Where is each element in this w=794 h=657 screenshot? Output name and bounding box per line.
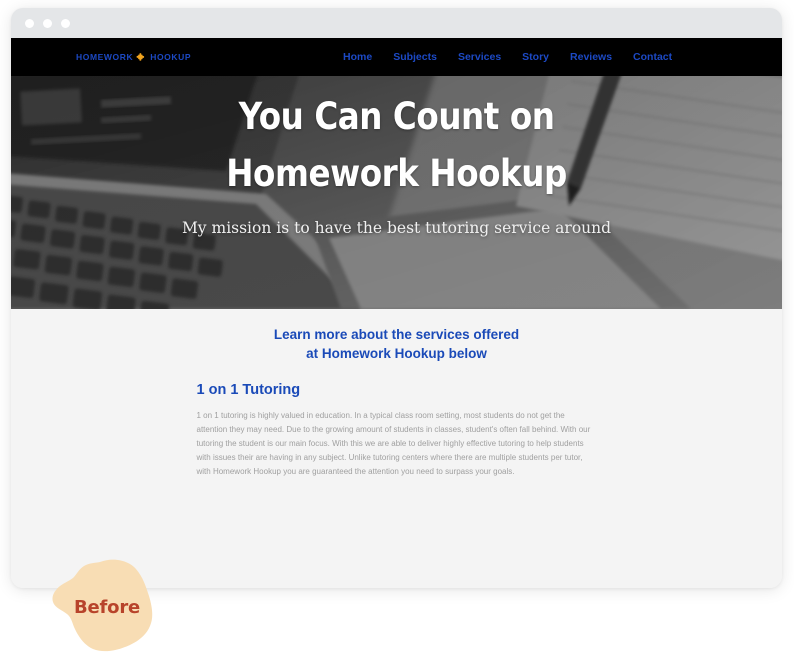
section-heading-line-1: Learn more about the services offered	[273, 327, 520, 342]
site-navbar: HOMEWORK HOOKUP Home Subjects Services S…	[11, 38, 782, 76]
hero-title-line-1: You Can Count on	[238, 95, 555, 138]
section-heading-line-2: at Homework Hookup below	[306, 346, 487, 362]
maximize-dot[interactable]	[61, 18, 70, 28]
close-dot[interactable]	[25, 18, 34, 28]
nav-item-home[interactable]: Home	[343, 51, 372, 63]
hero-title-line-2: Homework Hookup	[226, 152, 567, 196]
logo-text-right: HOOKUP	[150, 52, 192, 62]
nav-item-story[interactable]: Story	[522, 51, 549, 63]
primary-navigation: Home Subjects Services Story Reviews Con…	[343, 51, 672, 63]
article-title: 1 on 1 Tutoring	[196, 382, 301, 399]
nav-item-reviews[interactable]: Reviews	[570, 51, 612, 63]
nav-item-services[interactable]: Services	[458, 51, 501, 63]
hero-subtitle: My mission is to have the best tutoring …	[181, 218, 612, 237]
hero-section: You Can Count on Homework Hookup My miss…	[11, 76, 782, 309]
nav-item-subjects[interactable]: Subjects	[393, 51, 437, 63]
before-label: Before	[74, 597, 141, 618]
before-badge: Before	[46, 558, 186, 656]
content-section: Learn more about the services offered at…	[11, 309, 782, 588]
section-heading: Learn more about the services offered at…	[11, 325, 782, 363]
site-logo[interactable]: HOMEWORK HOOKUP	[76, 52, 191, 63]
puzzle-piece-icon	[136, 52, 147, 63]
minimize-dot[interactable]	[43, 18, 52, 28]
browser-titlebar	[11, 8, 782, 38]
hero-title: You Can Count on Homework Hookup	[226, 88, 567, 203]
browser-window: HOMEWORK HOOKUP Home Subjects Services S…	[11, 8, 782, 588]
nav-item-contact[interactable]: Contact	[633, 51, 672, 63]
logo-text-left: HOMEWORK	[76, 52, 134, 62]
screenshot-canvas: HOMEWORK HOOKUP Home Subjects Services S…	[0, 0, 794, 657]
article-body: 1 on 1 tutoring is highly valued in educ…	[196, 411, 591, 477]
service-article: 1 on 1 Tutoring 1 on 1 tutoring is highl…	[197, 382, 597, 479]
